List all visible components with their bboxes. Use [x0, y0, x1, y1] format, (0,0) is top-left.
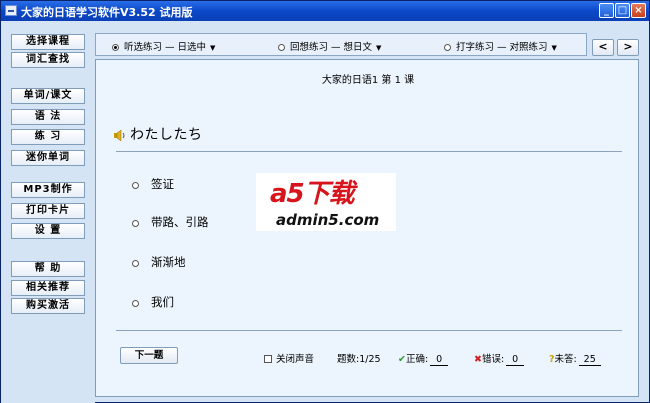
- wrong-value: 0: [506, 354, 525, 366]
- chevron-down-icon[interactable]: ▼: [210, 44, 215, 52]
- select-course-button[interactable]: 选择课程: [11, 34, 85, 50]
- sidebar: 选择课程 词汇查找 单词/课文 语 法 练 习 迷你单词 MP3制作 打印卡片 …: [1, 21, 95, 403]
- option-label: 我们: [151, 295, 174, 309]
- mute-checkbox[interactable]: 关闭声音: [264, 351, 314, 365]
- option-label: 渐渐地: [151, 255, 186, 269]
- divider: [116, 330, 622, 331]
- mute-label: 关闭声音: [276, 354, 315, 365]
- prev-button[interactable]: <: [592, 39, 614, 56]
- option-label: 带路、引路: [151, 215, 209, 229]
- settings-button[interactable]: 设 置: [11, 223, 85, 239]
- radio-unselected[interactable]: [132, 182, 139, 189]
- window-title: 大家的日语学习软件V3.52 试用版: [21, 6, 193, 19]
- question-word: わたしたち: [130, 127, 203, 143]
- exercise-button[interactable]: 练 习: [11, 129, 85, 145]
- mode-listening[interactable]: 听选练习 — 日选中 ▼: [112, 39, 215, 53]
- minimize-button[interactable]: _: [599, 3, 614, 18]
- cross-icon: ✖: [474, 354, 482, 365]
- print-cards-button[interactable]: 打印卡片: [11, 203, 85, 219]
- radio-unselected[interactable]: [132, 300, 139, 307]
- progress-count: 题数:1/25: [337, 354, 381, 365]
- unanswered-value: 25: [578, 354, 601, 366]
- mini-words-button[interactable]: 迷你单词: [11, 150, 85, 166]
- grammar-button[interactable]: 语 法: [11, 109, 85, 125]
- mode-label: 回想练习 — 想日文: [290, 42, 373, 53]
- watermark-logo: a5下载 admin5.com: [256, 173, 396, 231]
- mode-typing[interactable]: 打字练习 — 对照练习 ▼: [444, 39, 557, 53]
- title-bar[interactable]: 大家的日语学习软件V3.52 试用版 _ □ ×: [1, 1, 649, 21]
- mode-label: 打字练习 — 对照练习: [456, 42, 548, 53]
- radio-unselected[interactable]: [278, 44, 285, 51]
- app-window: 大家的日语学习软件V3.52 试用版 _ □ × 选择课程 词汇查找 单词/课文…: [0, 0, 650, 403]
- radio-unselected[interactable]: [444, 44, 451, 51]
- recommend-button[interactable]: 相关推荐: [11, 280, 85, 296]
- vocabulary-search-button[interactable]: 词汇查找: [11, 52, 85, 68]
- unanswered-label: 未答:: [554, 354, 577, 365]
- answer-option[interactable]: 带路、引路: [132, 214, 209, 230]
- watermark-top: a5下载: [270, 179, 355, 209]
- radio-unselected[interactable]: [132, 260, 139, 267]
- answer-option[interactable]: 我们: [132, 294, 174, 310]
- maximize-button[interactable]: □: [615, 3, 630, 18]
- close-button[interactable]: ×: [631, 3, 646, 18]
- radio-unselected[interactable]: [132, 220, 139, 227]
- next-nav-button[interactable]: >: [617, 39, 639, 56]
- words-text-button[interactable]: 单词/课文: [11, 88, 85, 104]
- wrong-label: 错误:: [481, 354, 505, 365]
- chevron-down-icon[interactable]: ▼: [376, 44, 381, 52]
- mp3-make-button[interactable]: MP3制作: [11, 182, 85, 198]
- answer-option[interactable]: 签证: [132, 176, 174, 192]
- buy-activate-button[interactable]: 购买激活: [11, 298, 85, 314]
- help-button[interactable]: 帮 助: [11, 261, 85, 277]
- check-icon: ✔: [398, 354, 406, 365]
- wrong-count: ✖错误: 0: [474, 351, 525, 366]
- correct-value: 0: [430, 354, 449, 366]
- divider: [116, 151, 622, 152]
- lesson-title: 大家的日语1 第 1 课: [321, 75, 415, 86]
- correct-label: 正确:: [405, 354, 429, 365]
- mode-label: 听选练习 — 日选中: [124, 42, 207, 53]
- option-label: 签证: [151, 177, 174, 191]
- practice-mode-bar: 听选练习 — 日选中 ▼ 回想练习 — 想日文 ▼ 打字练习 — 对照练习 ▼: [95, 33, 587, 56]
- unanswered-count: ?未答: 25: [549, 351, 601, 366]
- next-question-button[interactable]: 下一题: [120, 347, 178, 364]
- mode-recall[interactable]: 回想练习 — 想日文 ▼: [278, 39, 381, 53]
- app-icon: [5, 5, 17, 16]
- radio-selected[interactable]: [112, 44, 119, 51]
- chevron-down-icon[interactable]: ▼: [552, 44, 557, 52]
- watermark-bottom: admin5.com: [276, 211, 380, 229]
- speaker-icon[interactable]: [114, 130, 126, 141]
- correct-count: ✔正确: 0: [398, 351, 449, 366]
- checkbox[interactable]: [264, 355, 272, 363]
- answer-option[interactable]: 渐渐地: [132, 254, 186, 270]
